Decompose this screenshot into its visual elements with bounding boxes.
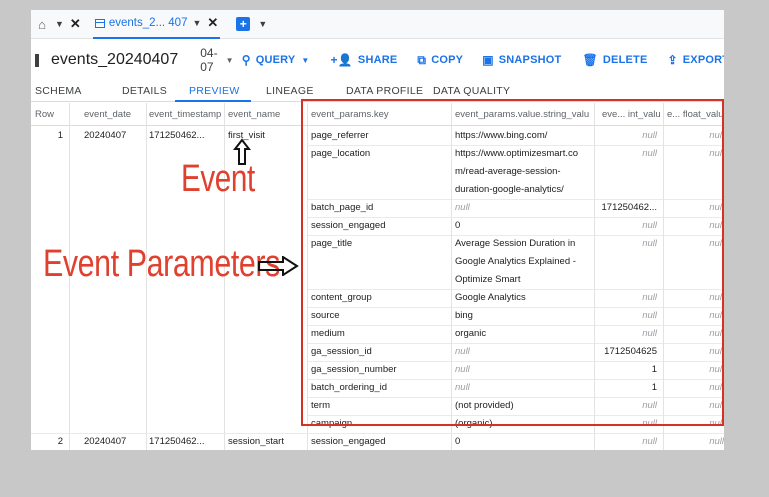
header-row[interactable]: Row (35, 109, 65, 120)
delete-button[interactable]: 🗑 DELETE (582, 53, 647, 67)
cell-event-date: 20240407 (84, 130, 127, 141)
cell-event-timestamp: 171250462... (149, 436, 205, 447)
copy-icon: ⧉ (417, 52, 427, 67)
search-icon: ⚲ (241, 53, 251, 67)
cell-row: 1 (57, 130, 63, 141)
table-icon (35, 53, 39, 67)
snapshot-icon: ▣ (482, 53, 494, 67)
cell-event-timestamp: 171250462... (149, 130, 205, 141)
header-event-timestamp[interactable]: event_timestamp (149, 109, 222, 120)
snapshot-label: SNAPSHOT (498, 54, 562, 66)
copy-label: COPY (431, 54, 464, 66)
active-tab-indicator (175, 100, 251, 102)
cell-param-key: session_engaged (311, 436, 386, 447)
snapshot-button[interactable]: ▣ SNAPSHOT (482, 53, 561, 67)
cell-float-value: null (709, 436, 724, 447)
event-parameters-highlight-box (301, 99, 724, 426)
share-button[interactable]: +👤 SHARE (331, 53, 398, 67)
arrow-up-icon (233, 138, 251, 165)
table-icon (94, 18, 105, 28)
export-icon: ⇪ (667, 53, 678, 67)
tab-schema[interactable]: SCHEMA (35, 85, 82, 97)
cell-event-name: session_start (228, 436, 284, 447)
tab-strip: ⌂ ▼ ✕ events_2... 407 ▼ ✕ + ▼ (31, 10, 724, 39)
chevron-down-icon[interactable]: ▼ (55, 19, 64, 29)
tab-lineage[interactable]: LINEAGE (266, 85, 314, 97)
tab-label: events_2... 407 (108, 17, 188, 29)
query-button[interactable]: ▼ ⚲ QUERY ▼ (226, 53, 310, 67)
trash-icon: 🗑 (582, 53, 598, 67)
tab-data-quality[interactable]: DATA QUALITY (433, 85, 510, 97)
cell-event-date: 20240407 (84, 436, 127, 447)
tab-events-table[interactable]: events_2... 407 ▼ ✕ (92, 10, 221, 39)
toolbar: events_20240407 04-07 ▼ ⚲ QUERY ▼ +👤 SHA… (31, 46, 724, 74)
tab-preview[interactable]: PREVIEW (189, 85, 240, 97)
cell-string-value: 0 (455, 436, 461, 447)
home-icon[interactable]: ⌂ (34, 16, 50, 32)
export-button[interactable]: ⇪ EXPORT ▼ (667, 53, 724, 67)
event-parameters-annotation: Event Parameters (43, 243, 280, 285)
cell-int-value: null (642, 436, 657, 447)
export-label: EXPORT (682, 54, 724, 66)
add-person-icon: +👤 (330, 53, 353, 67)
share-label: SHARE (357, 54, 398, 66)
tab-data-profile[interactable]: DATA PROFILE (346, 85, 423, 97)
copy-button[interactable]: ⧉ COPY (417, 53, 463, 68)
cell-row: 2 (57, 436, 63, 447)
chevron-down-icon[interactable]: ▼ (192, 18, 201, 28)
chevron-down-icon[interactable]: ▼ (258, 19, 267, 29)
tab-details[interactable]: DETAILS (122, 85, 167, 97)
new-tab-icon[interactable]: + (236, 17, 251, 31)
close-icon[interactable]: ✕ (70, 16, 81, 32)
group-divider (31, 433, 724, 434)
header-event-name[interactable]: event_name (228, 109, 298, 120)
arrow-right-icon (258, 256, 299, 276)
table-suffix-selector[interactable]: 04-07 (200, 46, 217, 74)
chevron-down-icon: ▼ (301, 55, 310, 65)
query-label: QUERY (255, 54, 296, 66)
header-event-date[interactable]: event_date (84, 109, 144, 120)
chevron-down-icon: ▼ (225, 55, 234, 65)
close-tab-icon[interactable]: ✕ (207, 15, 218, 31)
bigquery-screenshot: ⌂ ▼ ✕ events_2... 407 ▼ ✕ + ▼ events_202… (31, 10, 724, 450)
page-title: events_20240407 (51, 51, 179, 68)
delete-label: DELETE (602, 54, 648, 66)
